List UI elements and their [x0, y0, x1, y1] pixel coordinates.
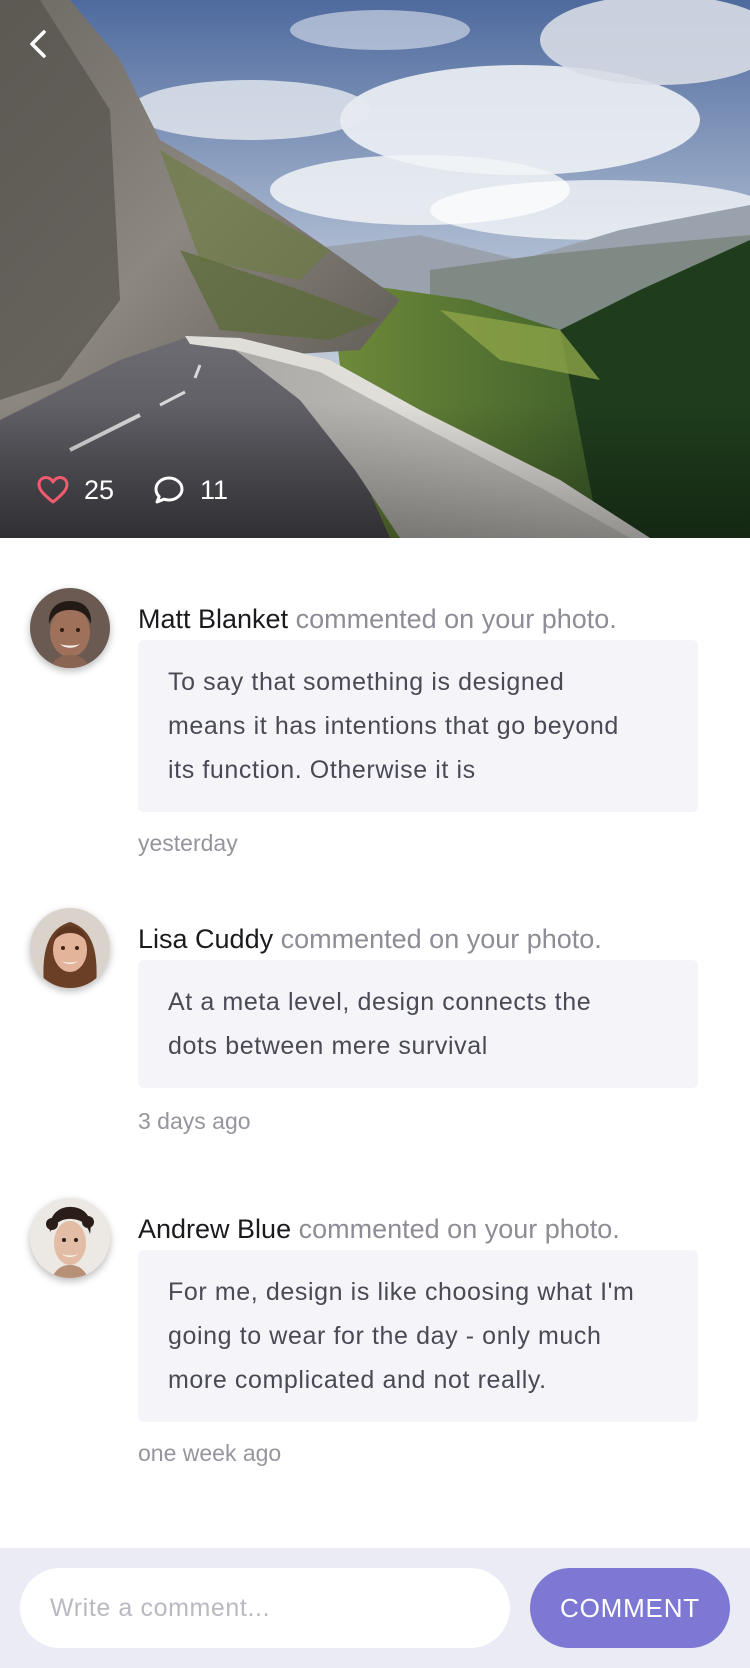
comment-heading: Lisa Cuddy commented on your photo. — [138, 922, 602, 956]
avatar[interactable] — [30, 1198, 110, 1278]
comment-composer: COMMENT — [0, 1548, 750, 1668]
avatar-lisa-cuddy — [30, 908, 110, 988]
comment-timestamp: 3 days ago — [138, 1108, 251, 1134]
comment-item: Lisa Cuddy commented on your photo. At a… — [0, 908, 750, 1138]
comment-action: commented on your photo. — [280, 924, 602, 954]
comment-line: more complicated and not really. — [168, 1366, 547, 1394]
comment-author[interactable]: Matt Blanket — [138, 604, 288, 634]
comment-action: commented on your photo. — [295, 604, 617, 634]
like-count: 25 — [84, 474, 115, 505]
comment-line: means it has intentions that go beyond — [168, 712, 619, 740]
comment-text: To say that something is designed means … — [138, 640, 698, 812]
avatar[interactable] — [30, 588, 110, 668]
avatar-matt-blanket — [30, 588, 110, 668]
comment-item: Matt Blanket commented on your photo. To… — [0, 588, 750, 858]
comment-line: To say that something is designed — [168, 668, 565, 696]
comment-line: going to wear for the day - only much — [168, 1322, 602, 1350]
comment-line: its function. Otherwise it is — [168, 756, 476, 784]
heart-icon — [37, 476, 69, 504]
speech-bubble-icon — [154, 476, 184, 504]
comment-input[interactable] — [20, 1568, 510, 1648]
comment-heading: Matt Blanket commented on your photo. — [138, 602, 617, 636]
mountain-road-photo — [0, 0, 750, 538]
comment-author[interactable]: Lisa Cuddy — [138, 924, 273, 954]
post-photo: 25 11 — [0, 0, 750, 538]
comment-text: For me, design is like choosing what I'm… — [138, 1250, 698, 1422]
comment-line: dots between mere survival — [168, 1032, 488, 1060]
post-stats: 25 11 — [36, 470, 228, 510]
back-button[interactable] — [18, 22, 58, 66]
comment-line: For me, design is like choosing what I'm — [168, 1278, 635, 1306]
comments-button[interactable]: 11 — [152, 473, 228, 507]
comment-heading: Andrew Blue commented on your photo. — [138, 1212, 620, 1246]
chevron-left-icon — [30, 30, 46, 58]
comment-submit-button[interactable]: COMMENT — [530, 1568, 730, 1648]
comment-timestamp: one week ago — [138, 1440, 282, 1466]
comment-text: At a meta level, design connects the dot… — [138, 960, 698, 1088]
comment-count: 11 — [200, 474, 229, 505]
comment-author[interactable]: Andrew Blue — [138, 1214, 291, 1244]
comment-action: commented on your photo. — [298, 1214, 620, 1244]
photo-comments-screen: 25 11 Matt Blanket commented on your pho… — [0, 0, 750, 1668]
comment-timestamp: yesterday — [138, 830, 238, 856]
avatar-andrew-blue — [30, 1198, 110, 1278]
comment-line: At a meta level, design connects the — [168, 988, 592, 1016]
comment-item: Andrew Blue commented on your photo. For… — [0, 1198, 750, 1468]
avatar[interactable] — [30, 908, 110, 988]
like-button[interactable]: 25 — [36, 473, 114, 507]
